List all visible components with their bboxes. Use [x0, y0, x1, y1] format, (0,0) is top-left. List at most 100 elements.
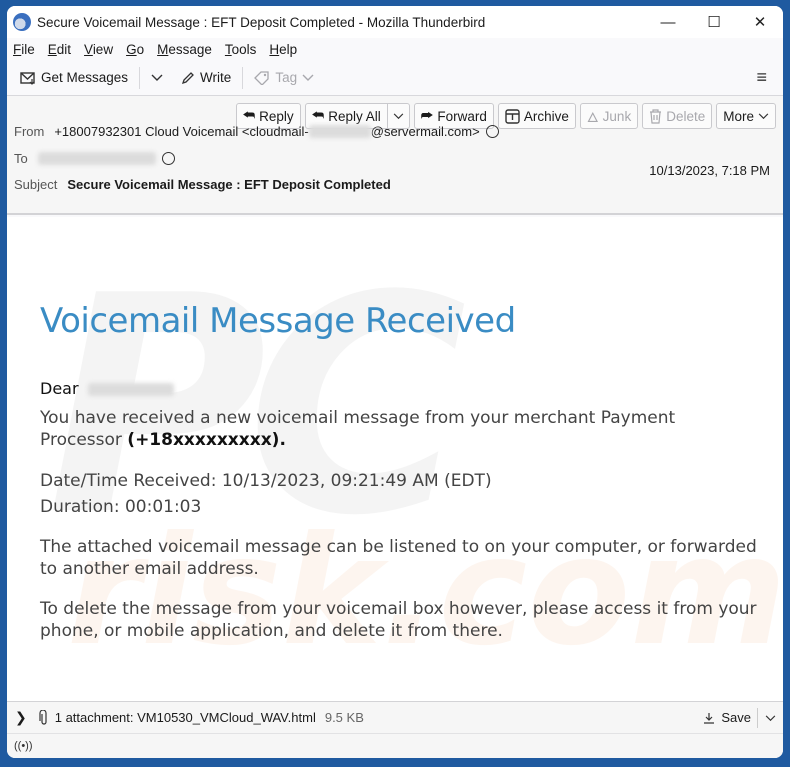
menu-accelerator: E: [47, 41, 57, 57]
attachment-info-paragraph: The attached voicemail message can be li…: [40, 537, 757, 579]
phone-number: (+18xxxxxxxxx): [127, 430, 280, 450]
get-messages-icon: [20, 71, 35, 85]
main-toolbar: Get Messages Write Tag ≡: [7, 60, 783, 96]
from-row: From +18007932301 Cloud Voicemail <cloud…: [14, 124, 499, 139]
intro-paragraph: You have received a new voicemail messag…: [40, 407, 740, 451]
intro-period: .: [279, 430, 286, 450]
menu-label-rest: o: [136, 41, 145, 57]
delete-button[interactable]: Delete: [642, 103, 713, 129]
thunderbird-window: Secure Voicemail Message : EFT Deposit C…: [7, 6, 783, 758]
greeting-text: Dear: [40, 379, 79, 398]
save-dropdown[interactable]: [758, 710, 783, 725]
redacted-text: [308, 125, 371, 138]
to-label: To: [14, 151, 28, 166]
message-header: ⮪ Reply ⮪ Reply All ⮫ Forward Archive 🜂 …: [7, 96, 783, 215]
reply-label: Reply: [259, 108, 294, 124]
chevron-down-icon: [151, 74, 163, 81]
from-address-suffix[interactable]: @servermail.com>: [371, 124, 480, 139]
archive-icon: [505, 108, 520, 124]
menu-file[interactable]: File: [13, 42, 35, 57]
tag-icon: [254, 70, 269, 85]
menu-accelerator: T: [224, 41, 232, 57]
menu-label-rest: essage: [168, 41, 212, 57]
menu-accelerator: M: [157, 41, 169, 57]
expand-attachments-toggle[interactable]: ❯: [15, 709, 27, 726]
save-attachment-button[interactable]: Save: [697, 710, 757, 725]
tag-label: Tag: [275, 70, 298, 85]
junk-button[interactable]: 🜂 Junk: [579, 103, 639, 129]
menu-go[interactable]: Go: [126, 42, 144, 57]
write-button[interactable]: Write: [176, 66, 236, 89]
menu-accelerator: V: [84, 41, 93, 57]
reply-all-label: Reply All: [328, 108, 381, 124]
datetime-line: Date/Time Received: 10/13/2023, 09:21:49…: [40, 471, 492, 491]
reply-all-icon: ⮪: [311, 108, 325, 123]
subject-text: Secure Voicemail Message : EFT Deposit C…: [67, 177, 391, 192]
delete-instructions-paragraph: To delete the message from your voicemai…: [40, 599, 757, 641]
pencil-icon: [182, 71, 194, 84]
get-messages-dropdown[interactable]: [146, 70, 168, 86]
toolbar-separator: [139, 66, 141, 89]
menu-tools[interactable]: Tools: [225, 42, 257, 57]
more-label: More: [723, 108, 754, 124]
menu-accelerator: H: [269, 41, 280, 57]
attachment-label[interactable]: 1 attachment: VM10530_VMCloud_WAV.html: [55, 710, 316, 725]
from-label: From: [14, 124, 45, 139]
app-menu-button[interactable]: ≡: [756, 67, 767, 88]
menu-accelerator: G: [126, 41, 137, 57]
delete-label: Delete: [666, 108, 706, 124]
forward-label: Forward: [437, 108, 487, 124]
menu-view[interactable]: View: [84, 42, 113, 57]
from-address-prefix[interactable]: +18007932301 Cloud Voicemail <cloudmail-: [54, 124, 308, 139]
chevron-down-icon: [758, 112, 769, 119]
chevron-down-icon: [393, 112, 404, 119]
duration-line: Duration: 00:01:03: [40, 497, 202, 517]
more-button[interactable]: More: [716, 103, 776, 129]
message-body: PC risk.com Voicemail Message Received D…: [7, 217, 783, 701]
get-messages-button[interactable]: Get Messages: [15, 66, 133, 89]
trash-icon: [650, 108, 662, 124]
junk-label: Junk: [602, 108, 632, 124]
archive-button[interactable]: Archive: [497, 103, 576, 129]
write-label: Write: [200, 70, 232, 85]
to-row: To: [14, 151, 175, 166]
menu-accelerator: F: [13, 41, 22, 57]
forward-icon: ⮫: [420, 108, 434, 123]
menu-edit[interactable]: Edit: [48, 42, 71, 57]
window-title: Secure Voicemail Message : EFT Deposit C…: [37, 14, 486, 30]
subject-label: Subject: [14, 177, 58, 192]
subject-row: Subject Secure Voicemail Message : EFT D…: [14, 177, 391, 192]
maximize-button[interactable]: ☐: [691, 6, 737, 38]
contact-icon[interactable]: [485, 125, 499, 138]
menu-label-rest: elp: [279, 41, 298, 57]
online-status-icon[interactable]: ((•)): [14, 740, 33, 752]
paperclip-icon: [39, 709, 47, 725]
contact-icon[interactable]: [161, 152, 175, 165]
menu-label-rest: ile: [21, 41, 35, 57]
minimize-button[interactable]: —: [645, 6, 691, 38]
archive-label: Archive: [523, 108, 569, 124]
download-icon: [704, 712, 715, 724]
junk-fire-icon: 🜂: [586, 110, 599, 125]
reply-icon: ⮪: [242, 108, 256, 123]
menu-label-rest: dit: [56, 41, 72, 57]
menu-message[interactable]: Message: [157, 42, 212, 57]
get-messages-label: Get Messages: [41, 70, 129, 85]
redacted-name: [87, 383, 174, 396]
menu-label-rest: ools: [231, 41, 257, 57]
status-bar: ((•)): [7, 733, 783, 758]
close-button[interactable]: ✕: [737, 6, 783, 38]
menu-bar: File Edit View Go Message Tools Help: [7, 38, 783, 60]
email-heading: Voicemail Message Received: [40, 301, 516, 341]
save-label: Save: [721, 710, 751, 725]
menu-label-rest: iew: [92, 41, 114, 57]
tag-button[interactable]: Tag: [249, 66, 319, 89]
title-bar: Secure Voicemail Message : EFT Deposit C…: [7, 6, 783, 38]
menu-help[interactable]: Help: [269, 42, 297, 57]
greeting: Dear: [40, 378, 174, 400]
chevron-down-icon: [765, 715, 776, 722]
toolbar-separator: [242, 66, 244, 89]
message-date: 10/13/2023, 7:18 PM: [649, 163, 770, 178]
chevron-down-icon: [302, 74, 314, 81]
attachment-size: 9.5 KB: [324, 710, 364, 725]
